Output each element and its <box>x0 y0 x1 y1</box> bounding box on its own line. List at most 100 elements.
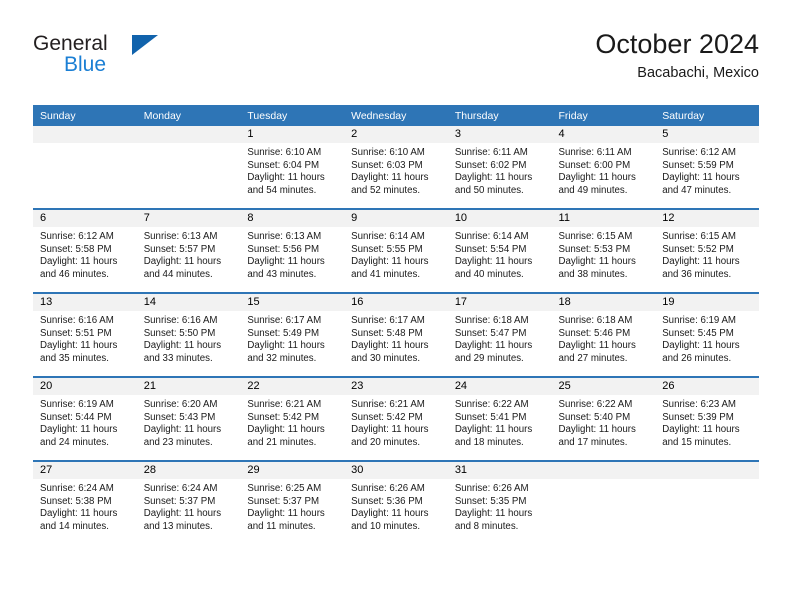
day-details: Sunrise: 6:17 AM Sunset: 5:49 PM Daylight:… <box>240 311 344 365</box>
sunset-text: Sunset: 5:42 PM <box>247 411 320 423</box>
daylight-text: Daylight: 11 hours <box>247 172 325 184</box>
calendar-day-cell[interactable]: 7 Sunrise: 6:13 AM Sunset: 5:57 PM Daylight… <box>136 208 241 293</box>
day-number: 30 <box>344 462 448 479</box>
daylight-text: Daylight: 11 hours <box>454 256 533 268</box>
daylight-text: and 44 minutes. <box>143 268 213 280</box>
day-details: Sunrise: 6:23 AM Sunset: 5:39 PM Daylight:… <box>655 395 759 449</box>
calendar-day-cell[interactable]: 24 Sunrise: 6:22 AM Sunset: 5:41 PM Dayligh… <box>447 376 552 461</box>
daylight-text: Daylight: 11 hours <box>351 508 429 520</box>
calendar-day-cell[interactable]: 30 Sunrise: 6:26 AM Sunset: 5:36 PM Dayligh… <box>344 460 448 544</box>
calendar-cell-empty <box>136 126 241 209</box>
daylight-text: and 30 minutes. <box>351 352 421 364</box>
calendar-day-cell[interactable]: 12 Sunrise: 6:15 AM Sunset: 5:52 PM Dayligh… <box>655 208 759 293</box>
day-details: Sunrise: 6:21 AM Sunset: 5:42 PM Daylight:… <box>344 395 448 449</box>
day-number <box>655 462 759 479</box>
calendar-day-cell[interactable]: 14 Sunrise: 6:16 AM Sunset: 5:50 PM Dayligh… <box>136 292 241 377</box>
day-details: Sunrise: 6:16 AM Sunset: 5:50 PM Daylight:… <box>137 311 241 365</box>
calendar-header-row: Sunday Monday Tuesday Wednesday Thursday… <box>33 105 759 126</box>
day-number <box>33 126 137 143</box>
calendar-day-cell[interactable]: 21 Sunrise: 6:20 AM Sunset: 5:43 PM Dayligh… <box>136 376 241 461</box>
sunrise-text: Sunrise: 6:11 AM <box>454 147 528 158</box>
daylight-text: and 47 minutes. <box>662 184 732 196</box>
weekday-header-thursday: Thursday <box>447 105 552 126</box>
calendar-page: General Blue October 2024 Bacabachi, Mex… <box>0 0 792 612</box>
calendar-day-cell[interactable]: 26 Sunrise: 6:23 AM Sunset: 5:39 PM Dayligh… <box>655 376 759 461</box>
calendar-week-row: 6 Sunrise: 6:12 AM Sunset: 5:58 PM Daylight… <box>33 208 759 293</box>
sunset-text: Sunset: 5:35 PM <box>454 495 527 507</box>
calendar-day-cell[interactable]: 13 Sunrise: 6:16 AM Sunset: 5:51 PM Dayligh… <box>33 292 137 377</box>
weekday-header-sunday: Sunday <box>33 105 137 126</box>
calendar-day-cell[interactable]: 2 Sunrise: 6:10 AM Sunset: 6:03 PM Daylight… <box>344 126 448 209</box>
calendar-day-cell[interactable]: 9 Sunrise: 6:14 AM Sunset: 5:55 PM Daylight… <box>344 208 448 293</box>
sunset-text: Sunset: 5:41 PM <box>454 411 527 423</box>
weekday-header-friday: Friday <box>551 105 656 126</box>
daylight-text: and 43 minutes. <box>247 268 317 280</box>
daylight-text: and 18 minutes. <box>454 436 524 448</box>
daylight-text: Daylight: 11 hours <box>558 172 636 184</box>
page-header: General Blue October 2024 Bacabachi, Mex… <box>33 28 759 90</box>
calendar-day-cell[interactable]: 25 Sunrise: 6:22 AM Sunset: 5:40 PM Dayligh… <box>551 376 656 461</box>
weekday-header-monday: Monday <box>136 105 241 126</box>
calendar-day-cell[interactable]: 20 Sunrise: 6:19 AM Sunset: 5:44 PM Dayligh… <box>33 376 137 461</box>
calendar-day-cell[interactable]: 6 Sunrise: 6:12 AM Sunset: 5:58 PM Daylight… <box>33 208 137 293</box>
calendar-day-cell[interactable]: 15 Sunrise: 6:17 AM Sunset: 5:49 PM Dayligh… <box>240 292 345 377</box>
daylight-text: and 11 minutes. <box>247 520 316 532</box>
calendar-day-cell[interactable]: 23 Sunrise: 6:21 AM Sunset: 5:42 PM Dayligh… <box>344 376 448 461</box>
daylight-text: Daylight: 11 hours <box>662 172 740 184</box>
daylight-text: and 21 minutes. <box>247 436 317 448</box>
sunrise-sunset-calendar-table: Sunday Monday Tuesday Wednesday Thursday… <box>33 105 759 544</box>
daylight-text: Daylight: 11 hours <box>454 508 533 520</box>
sunset-text: Sunset: 5:55 PM <box>351 243 423 255</box>
calendar-week-row: 27 Sunrise: 6:24 AM Sunset: 5:38 PM Dayligh… <box>33 460 759 544</box>
day-details: Sunrise: 6:20 AM Sunset: 5:43 PM Daylight:… <box>137 395 241 449</box>
day-details: Sunrise: 6:22 AM Sunset: 5:40 PM Daylight:… <box>552 395 656 449</box>
daylight-text: and 15 minutes. <box>662 436 732 448</box>
calendar-day-cell[interactable]: 27 Sunrise: 6:24 AM Sunset: 5:38 PM Dayligh… <box>33 460 137 544</box>
calendar-day-cell[interactable]: 5 Sunrise: 6:12 AM Sunset: 5:59 PM Daylight… <box>655 126 759 209</box>
daylight-text: Daylight: 11 hours <box>40 340 118 352</box>
weekday-header-tuesday: Tuesday <box>240 105 345 126</box>
daylight-text: and 29 minutes. <box>454 352 524 364</box>
sunset-text: Sunset: 5:46 PM <box>558 327 631 339</box>
calendar-day-cell[interactable]: 19 Sunrise: 6:19 AM Sunset: 5:45 PM Dayligh… <box>655 292 759 377</box>
daylight-text: Daylight: 11 hours <box>143 424 222 436</box>
calendar-cell-empty <box>551 460 656 544</box>
calendar-day-cell[interactable]: 18 Sunrise: 6:18 AM Sunset: 5:46 PM Dayligh… <box>551 292 656 377</box>
daylight-text: Daylight: 11 hours <box>247 508 325 520</box>
daylight-text: and 26 minutes. <box>662 352 732 364</box>
calendar-day-cell[interactable]: 22 Sunrise: 6:21 AM Sunset: 5:42 PM Dayligh… <box>240 376 345 461</box>
daylight-text: and 50 minutes. <box>454 184 524 196</box>
calendar-day-cell[interactable]: 8 Sunrise: 6:13 AM Sunset: 5:56 PM Daylight… <box>240 208 345 293</box>
calendar-body: 1 Sunrise: 6:10 AM Sunset: 6:04 PM Daylight… <box>33 126 759 544</box>
daylight-text: Daylight: 11 hours <box>558 256 636 268</box>
calendar-day-cell[interactable]: 31 Sunrise: 6:26 AM Sunset: 5:35 PM Dayligh… <box>447 460 552 544</box>
daylight-text: Daylight: 11 hours <box>662 424 740 436</box>
daylight-text: Daylight: 11 hours <box>40 256 118 268</box>
day-number: 16 <box>344 294 448 311</box>
calendar-day-cell[interactable]: 1 Sunrise: 6:10 AM Sunset: 6:04 PM Daylight… <box>240 126 345 209</box>
daylight-text: and 35 minutes. <box>40 352 109 364</box>
day-number: 5 <box>655 126 759 143</box>
calendar-day-cell[interactable]: 10 Sunrise: 6:14 AM Sunset: 5:54 PM Dayligh… <box>447 208 552 293</box>
sunset-text: Sunset: 5:36 PM <box>351 495 423 507</box>
day-number: 4 <box>551 126 656 143</box>
day-number: 19 <box>655 294 759 311</box>
sunset-text: Sunset: 6:04 PM <box>247 159 320 171</box>
sunset-text: Sunset: 6:02 PM <box>454 159 527 171</box>
calendar-day-cell[interactable]: 28 Sunrise: 6:24 AM Sunset: 5:37 PM Dayligh… <box>136 460 241 544</box>
title-block: October 2024 Bacabachi, Mexico <box>595 28 759 84</box>
day-number: 27 <box>33 462 137 479</box>
day-number: 24 <box>447 378 552 395</box>
calendar-day-cell[interactable]: 16 Sunrise: 6:17 AM Sunset: 5:48 PM Dayligh… <box>344 292 448 377</box>
calendar-day-cell[interactable]: 29 Sunrise: 6:25 AM Sunset: 5:37 PM Dayligh… <box>240 460 345 544</box>
calendar-day-cell[interactable]: 4 Sunrise: 6:11 AM Sunset: 6:00 PM Daylight… <box>551 126 656 209</box>
daylight-text: Daylight: 11 hours <box>351 172 429 184</box>
sunset-text: Sunset: 5:54 PM <box>454 243 527 255</box>
calendar-day-cell[interactable]: 17 Sunrise: 6:18 AM Sunset: 5:47 PM Dayligh… <box>447 292 552 377</box>
logo-text-blue: Blue <box>64 53 107 76</box>
daylight-text: and 33 minutes. <box>143 352 213 364</box>
day-details: Sunrise: 6:26 AM Sunset: 5:36 PM Daylight:… <box>344 479 448 533</box>
day-details: Sunrise: 6:13 AM Sunset: 5:56 PM Daylight:… <box>240 227 344 281</box>
calendar-day-cell[interactable]: 11 Sunrise: 6:15 AM Sunset: 5:53 PM Dayligh… <box>551 208 656 293</box>
calendar-day-cell[interactable]: 3 Sunrise: 6:11 AM Sunset: 6:02 PM Daylight… <box>447 126 552 209</box>
